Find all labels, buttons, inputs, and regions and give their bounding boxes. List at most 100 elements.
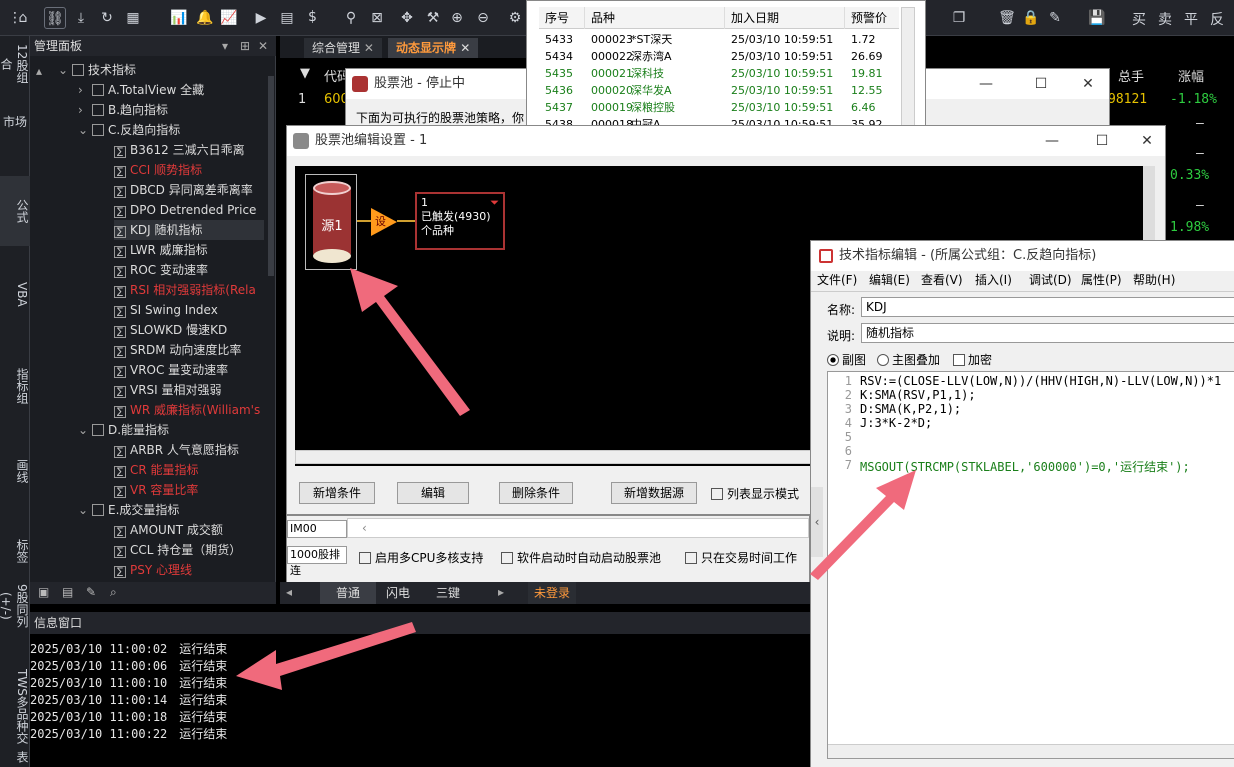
menu-item[interactable]: 查看(V) [921, 271, 963, 288]
close-icon[interactable]: ✕ [1137, 131, 1157, 151]
close-position-button[interactable]: 平 [1184, 9, 1198, 29]
tree-group-c[interactable]: ⌄ C.反趋向指标 [78, 120, 180, 140]
indicator-item[interactable]: ∑ CCI 顺势指标 [114, 160, 202, 180]
menu-item[interactable]: 文件(F) [817, 271, 857, 288]
login-status[interactable]: 未登录 [528, 582, 577, 604]
indicator-item[interactable]: ∑ SRDM 动向速度比率 [114, 340, 241, 360]
search-icon[interactable]: ⌕ [110, 585, 117, 600]
minimize-icon[interactable]: — [1042, 131, 1062, 151]
indicator-item[interactable]: ∑ RSI 相对强弱指标(Rela [114, 280, 256, 300]
checkbox-icon[interactable] [711, 488, 723, 500]
checkbox-icon[interactable] [359, 552, 371, 564]
checkbox-icon[interactable] [501, 552, 513, 564]
close-icon[interactable]: ✕ [460, 41, 470, 55]
indicator-item[interactable]: ∑ SI Swing Index [114, 300, 218, 320]
vtab-formula[interactable]: 公式 [0, 176, 30, 246]
mode-tab-three-key[interactable]: 三键 [436, 582, 460, 604]
indicator-item[interactable]: ∑ VRSI 量相对强弱 [114, 380, 222, 400]
col-header-change[interactable]: 涨幅 [1178, 66, 1204, 85]
indicator-item[interactable]: ∑ VROC 量变动速率 [114, 360, 228, 380]
checkbox-icon[interactable] [953, 354, 965, 366]
indicator-item[interactable]: ∑ SLOWKD 慢速KD [114, 320, 227, 340]
scroll-up-icon[interactable]: ▴ [36, 64, 42, 78]
buy-button[interactable]: 买 [1132, 9, 1146, 29]
autostart-checkbox[interactable]: 软件启动时自动启动股票池 [501, 549, 661, 566]
subchart-radio[interactable]: 副图 [827, 351, 866, 368]
table-row[interactable]: 5436 000020 深华发A 25/03/10 10:59:51 12.55 [539, 82, 899, 99]
code-line[interactable]: K:SMA(RSV,P1,1); [860, 388, 976, 402]
menu-item[interactable]: 帮助(H) [1133, 271, 1175, 288]
col-header-index[interactable]: 序号 [539, 7, 585, 29]
reverse-button[interactable]: 反 [1210, 9, 1224, 29]
code-line[interactable]: RSV:=(CLOSE-LLV(LOW,N))/(HHV(HIGH,N)-LLV… [860, 374, 1221, 388]
chevron-down-icon[interactable]: ⌄ [78, 120, 90, 140]
col-header-name[interactable]: 品种 [585, 7, 725, 29]
vtab-last[interactable]: 表 [0, 748, 30, 766]
vtab-tws[interactable]: TWS多品种交 [0, 666, 30, 746]
encrypt-checkbox[interactable]: 加密 [953, 351, 992, 368]
tools-icon[interactable]: ⚒ [422, 7, 444, 29]
collapse-icon[interactable]: ‹ [347, 518, 809, 538]
vtab-indicator-group[interactable]: 指标组 [0, 356, 30, 416]
chevron-right-icon[interactable]: › [78, 100, 90, 120]
indicator-item[interactable]: ∑ WR 威廉指标(William's [114, 400, 260, 420]
tab-dynamic-board[interactable]: 动态显示牌 ✕ [388, 38, 479, 58]
edit-button[interactable]: 编辑 [397, 482, 469, 504]
tree-root[interactable]: ⌄ 技术指标 [58, 60, 136, 80]
chevron-down-icon[interactable]: ⌄ [78, 420, 90, 440]
indicator-item[interactable]: ∑ B3612 三减六日乖离 [114, 140, 245, 160]
vtab-vba[interactable]: VBA [0, 264, 30, 324]
interval-input[interactable]: IM00 [287, 520, 347, 538]
mode-tab-flash[interactable]: 闪电 [386, 582, 410, 604]
col-header-alert-price[interactable]: 预警价 [845, 7, 905, 29]
mode-tab-normal[interactable]: 普通 [320, 582, 377, 604]
indicator-item[interactable]: ∑ VR 容量比率 [114, 480, 198, 500]
horizontal-scrollbar[interactable] [295, 450, 813, 464]
dropdown-icon[interactable]: ⏷ [490, 196, 499, 210]
multicore-checkbox[interactable]: 启用多CPU多核支持 [359, 549, 483, 566]
indicator-item[interactable]: ∑ DPO Detrended Price [114, 200, 256, 220]
tab-overview[interactable]: 综合管理 ✕ [304, 38, 382, 58]
menu-item[interactable]: 编辑(E) [869, 271, 910, 288]
main-overlay-radio[interactable]: 主图叠加 [877, 351, 940, 368]
vtab-label[interactable]: 标签 [0, 526, 30, 576]
maximize-icon[interactable]: ☐ [1092, 131, 1112, 151]
trading-hours-checkbox[interactable]: 只在交易时间工作 [685, 549, 797, 566]
next-icon[interactable]: ▸ [498, 585, 504, 599]
gear-icon[interactable]: ⚙ [504, 7, 526, 29]
source-node[interactable]: 源1 [305, 174, 357, 270]
menu-item[interactable]: 属性(P) [1081, 271, 1122, 288]
indicator-item[interactable]: ∑ ARBR 人气意愿指标 [114, 440, 239, 460]
code-line[interactable]: D:SMA(K,P2,1); [860, 402, 961, 416]
zoom-in-icon[interactable]: ⊕ [446, 7, 468, 29]
vtab-12-group[interactable]: 12股组合 [0, 44, 30, 84]
zoom-out-icon[interactable]: ⊖ [472, 7, 494, 29]
menu-item[interactable]: 调试(D) [1029, 271, 1072, 288]
window-icon[interactable]: ❐ [948, 7, 970, 29]
document-icon[interactable]: ▤ [276, 7, 298, 29]
radio-checked-icon[interactable] [827, 354, 839, 366]
chevron-down-icon[interactable]: ⌄ [78, 500, 90, 520]
minimize-icon[interactable]: — [976, 74, 996, 94]
table-row[interactable]: 5437 000019 深粮控股 25/03/10 10:59:51 6.46 [539, 99, 899, 116]
description-input[interactable]: 随机指标 [861, 323, 1234, 343]
lock-icon[interactable]: 🔒 [1020, 7, 1042, 29]
filter-icon[interactable]: ⚲ [340, 7, 362, 29]
refresh-icon[interactable]: ↻ [96, 7, 118, 29]
tree-group-e[interactable]: ⌄ E.成交量指标 [78, 500, 179, 520]
menu-item[interactable]: 插入(I) [975, 271, 1012, 288]
code-line[interactable]: J:3*K-2*D; [860, 416, 932, 430]
collapse-panel-icon[interactable]: ‹ [811, 487, 823, 557]
prev-icon[interactable]: ◂ [286, 585, 292, 599]
download-icon[interactable]: ⤓ [70, 7, 92, 29]
code-line[interactable]: MSGOUT(STRCMP(STKLABEL,'600000')=0,'运行结束… [860, 458, 1190, 475]
link-icon[interactable]: ⛓ [44, 7, 66, 29]
add-datasource-button[interactable]: 新增数据源 [611, 482, 697, 504]
tree-group-b[interactable]: › B.趋向指标 [78, 100, 168, 120]
save-icon[interactable]: 💾 [1086, 7, 1108, 29]
currency-icon[interactable]: $ [308, 9, 317, 25]
vtab-drawline[interactable]: 画线 [0, 446, 30, 496]
table-row[interactable]: 5435 000021 深科技 25/03/10 10:59:51 19.81 [539, 65, 899, 82]
close-icon[interactable]: ✕ [1078, 74, 1098, 94]
col-header-date[interactable]: 加入日期 [725, 7, 845, 29]
